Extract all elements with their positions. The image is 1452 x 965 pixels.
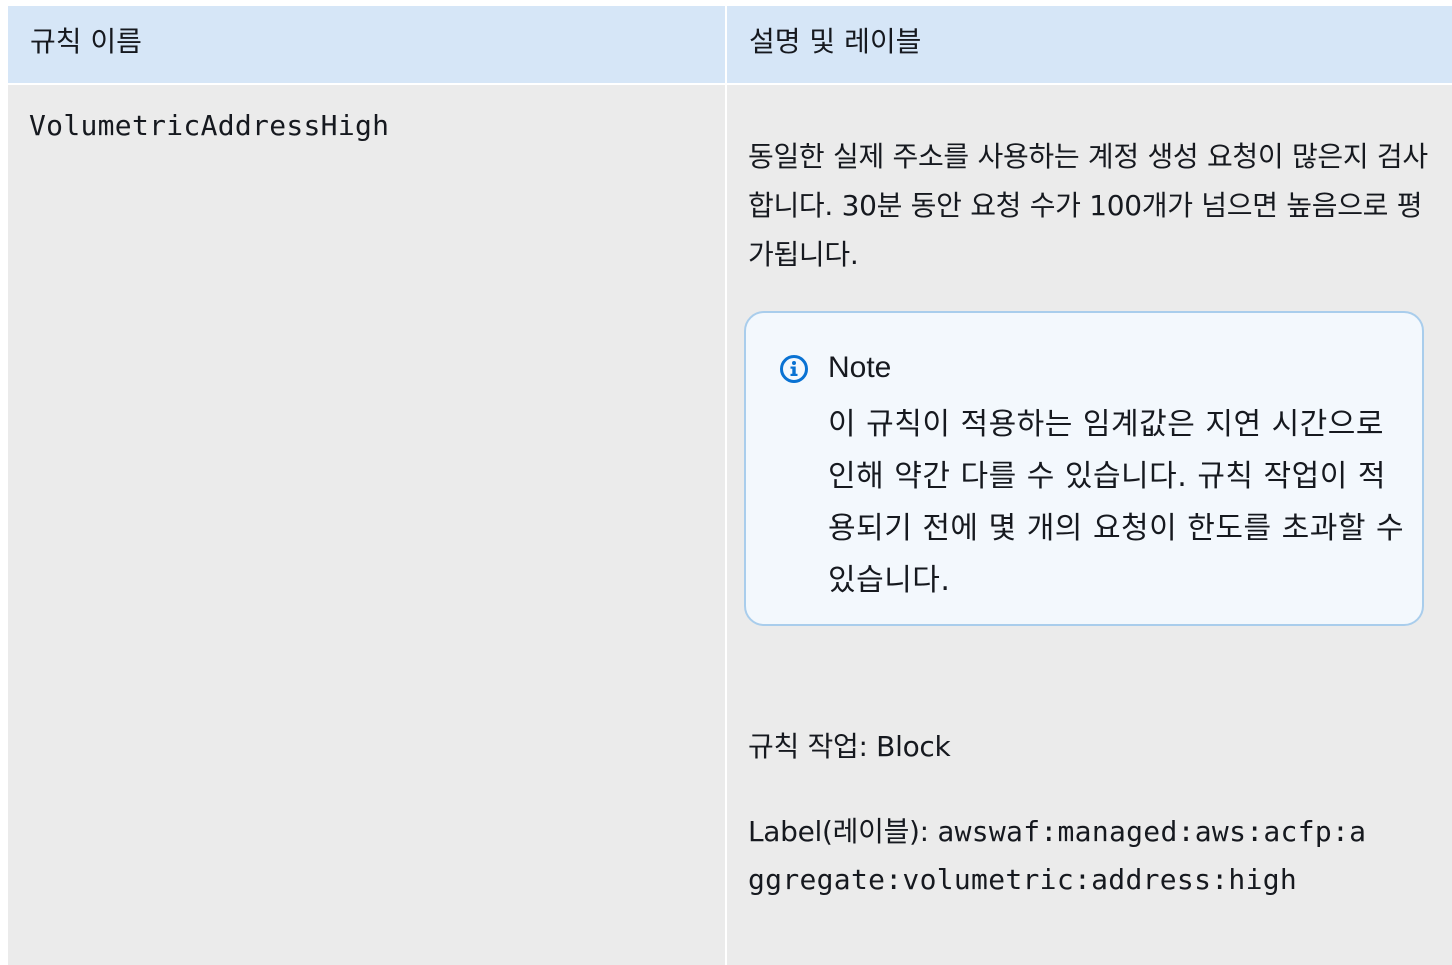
description-column: 설명 및 레이블 동일한 실제 주소를 사용하는 계정 생성 요청이 많은지 검…	[727, 6, 1452, 965]
rule-description: 동일한 실제 주소를 사용하는 계정 생성 요청이 많은지 검사합니다. 30분…	[748, 140, 1428, 271]
rule-name-header: 규칙 이름	[8, 6, 725, 83]
rule-name: VolumetricAddressHigh	[29, 109, 390, 142]
rule-table: 규칙 이름 VolumetricAddressHigh 설명 및 레이블 동일한…	[8, 6, 1452, 965]
rule-name-column: 규칙 이름 VolumetricAddressHigh	[8, 6, 725, 965]
note-title: Note	[828, 351, 892, 384]
info-icon	[780, 355, 808, 383]
rule-label: Label(레이블): awswaf:managed:aws:acfp:aggr…	[748, 808, 1368, 904]
rule-name-header-label: 규칙 이름	[30, 25, 142, 58]
description-cell: 동일한 실제 주소를 사용하는 계정 생성 요청이 많은지 검사합니다. 30분…	[727, 85, 1452, 965]
description-header: 설명 및 레이블	[727, 6, 1452, 83]
description-header-label: 설명 및 레이블	[749, 25, 922, 58]
rule-action: 규칙 작업: Block	[748, 730, 951, 763]
rule-name-cell: VolumetricAddressHigh	[8, 85, 725, 965]
note-callout: Note 이 규칙이 적용하는 임계값은 지연 시간으로 인해 약간 다를 수 …	[744, 311, 1424, 626]
note-text: 이 규칙이 적용하는 임계값은 지연 시간으로 인해 약간 다를 수 있습니다.…	[828, 407, 1405, 598]
rule-label-prefix: Label(레이블):	[748, 815, 938, 848]
